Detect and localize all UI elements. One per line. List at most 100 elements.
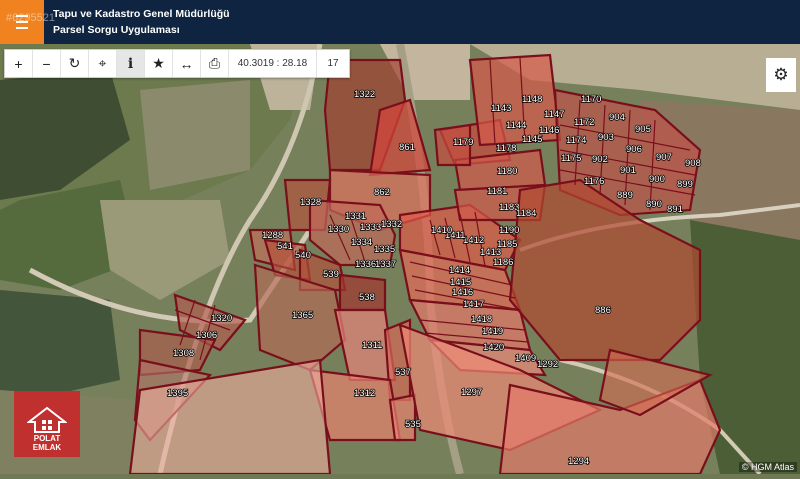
parcel-label[interactable]: 1178	[495, 142, 517, 155]
parcel-label[interactable]: 1146	[538, 124, 560, 137]
parcel-label[interactable]: 903	[597, 131, 614, 144]
parcel-label[interactable]: 1176	[583, 175, 605, 188]
parcel-label[interactable]: 1170	[580, 93, 602, 106]
parcel-label[interactable]: 1322	[353, 88, 376, 101]
parcel-label[interactable]: 1288	[261, 229, 284, 242]
settings-button[interactable]: ⚙	[766, 58, 796, 92]
star-icon: ★	[152, 55, 165, 71]
parcel-label[interactable]: 1336	[354, 258, 377, 271]
map-view[interactable]: 1322 861 862 1328 1331 1332 1330 1333 13…	[0, 43, 800, 476]
parcel-label[interactable]: 861	[398, 141, 415, 154]
parcel-label[interactable]: 907	[655, 151, 672, 164]
parcel-label[interactable]: 890	[645, 198, 662, 211]
parcel-label[interactable]: 1414	[448, 264, 471, 277]
parcel-label[interactable]: 904	[608, 111, 625, 124]
info-icon: i	[127, 55, 134, 72]
parcel-label[interactable]: 1175	[560, 152, 582, 165]
parcel-label[interactable]: 1311	[361, 339, 383, 352]
parcel-label[interactable]: 1395	[166, 387, 189, 400]
parcel-label[interactable]: 1419	[481, 325, 504, 338]
parcel-label[interactable]: 541	[276, 240, 293, 253]
map-canvas[interactable]: 1322 861 862 1328 1331 1332 1330 1333 13…	[0, 43, 800, 476]
parcel-label[interactable]: 1308	[172, 347, 195, 360]
parcel-label[interactable]: 1181	[486, 185, 508, 198]
parcel-label[interactable]: 1174	[565, 134, 587, 147]
parcel-label[interactable]: 1409	[514, 352, 537, 365]
parcel-label[interactable]: 1148	[521, 93, 543, 106]
parcel-label[interactable]: 539	[322, 268, 339, 281]
parcel-label[interactable]: 1294	[567, 455, 590, 468]
measure-icon: ↔	[179, 55, 194, 72]
parcel-label[interactable]: 1420	[482, 341, 505, 354]
house-logo-icon	[27, 406, 67, 433]
parcel-label[interactable]: 538	[358, 291, 375, 304]
parcel-label[interactable]: 1320	[210, 312, 233, 325]
parcel-label[interactable]: 540	[294, 249, 311, 262]
parcel-label[interactable]: 1328	[299, 196, 322, 209]
measure-button[interactable]: ↔	[173, 50, 201, 77]
gear-icon: ⚙	[773, 65, 789, 84]
map-toolbar: + − ↻ ⌖ i ★ ↔ ⎙ 40.3019 : 28.18 17	[4, 49, 350, 78]
parcel-label[interactable]: 1147	[543, 108, 565, 121]
parcel-label[interactable]: 900	[648, 173, 665, 186]
parcel-label[interactable]: 1185	[496, 238, 518, 251]
parcel-label[interactable]: 1144	[505, 119, 527, 132]
parcel-label[interactable]: 886	[594, 304, 611, 317]
parcel-label[interactable]: 1335	[373, 243, 396, 256]
print-icon: ⎙	[208, 55, 221, 71]
parcel-label[interactable]: 1415	[449, 276, 472, 289]
parcel-label[interactable]: 1332	[380, 218, 403, 231]
parcel-label[interactable]: 1179	[452, 136, 474, 149]
app-header: #6295521 Tapu ve Kadastro Genel Müdürlüğ…	[0, 0, 800, 44]
parcel-label[interactable]: 1410	[430, 224, 453, 237]
parcel-label[interactable]: 891	[666, 203, 683, 216]
favorite-button[interactable]: ★	[145, 50, 173, 77]
parcel-label[interactable]: 1312	[353, 387, 376, 400]
parcel-label[interactable]: 1331	[344, 210, 367, 223]
parcel-label[interactable]: 1190	[498, 224, 520, 237]
parcel-label[interactable]: 889	[616, 189, 633, 202]
parcel-label[interactable]: 1184	[515, 207, 537, 220]
parcel-label[interactable]: 1180	[496, 165, 518, 178]
listing-watermark: #6295521	[6, 12, 55, 24]
zoom-out-button[interactable]: −	[33, 50, 61, 77]
parcel-label[interactable]: 537	[394, 366, 411, 379]
agency-logo: POLAT EMLAK	[14, 391, 80, 457]
map-attribution: © HGM Atlas	[738, 462, 797, 472]
parcel-label[interactable]: 862	[373, 186, 390, 199]
info-button[interactable]: i	[117, 50, 145, 77]
parcel-label[interactable]: 901	[619, 164, 636, 177]
zoom-in-button[interactable]: +	[5, 50, 33, 77]
minus-icon: −	[42, 55, 51, 72]
parcel-label[interactable]: 535	[404, 418, 421, 431]
crosshair-icon: ⌖	[98, 55, 107, 71]
parcel-label[interactable]: 1306	[195, 329, 218, 342]
parcel-label[interactable]: 908	[684, 157, 701, 170]
app-title-line2: Parsel Sorgu Uygulaması	[53, 24, 180, 36]
parcel-label[interactable]: 1334	[350, 236, 373, 249]
parcel-label[interactable]: 905	[634, 123, 651, 136]
parcel-label[interactable]: 1330	[327, 223, 350, 236]
parcel-label[interactable]: 906	[625, 143, 642, 156]
print-button[interactable]: ⎙	[201, 50, 229, 77]
parcel-label[interactable]: 899	[676, 178, 693, 191]
logo-text-line1: POLAT	[33, 434, 61, 443]
parcel-label[interactable]: 1337	[374, 258, 397, 271]
refresh-button[interactable]: ↻	[61, 50, 89, 77]
logo-text-line2: EMLAK	[32, 443, 62, 452]
parcel-label[interactable]: 1186	[492, 256, 514, 269]
parcel-label[interactable]: 1143	[490, 102, 512, 115]
zoom-level: 17	[327, 58, 339, 69]
parcel-label[interactable]: 1365	[291, 309, 314, 322]
parcel-label[interactable]: 1418	[470, 313, 493, 326]
parcel-label[interactable]: 1172	[573, 116, 595, 129]
parcel-label[interactable]: 1297	[460, 386, 483, 399]
parcel-label[interactable]: 1412	[462, 234, 485, 247]
plus-icon: +	[14, 55, 23, 72]
parcel-label[interactable]: 1417	[462, 298, 485, 311]
parcel-label[interactable]: 1333	[359, 221, 382, 234]
parcel-label[interactable]: 1292	[536, 358, 559, 371]
parcel-label[interactable]: 902	[591, 153, 608, 166]
locate-button[interactable]: ⌖	[89, 50, 117, 77]
parcel-label[interactable]: 1416	[451, 286, 474, 299]
